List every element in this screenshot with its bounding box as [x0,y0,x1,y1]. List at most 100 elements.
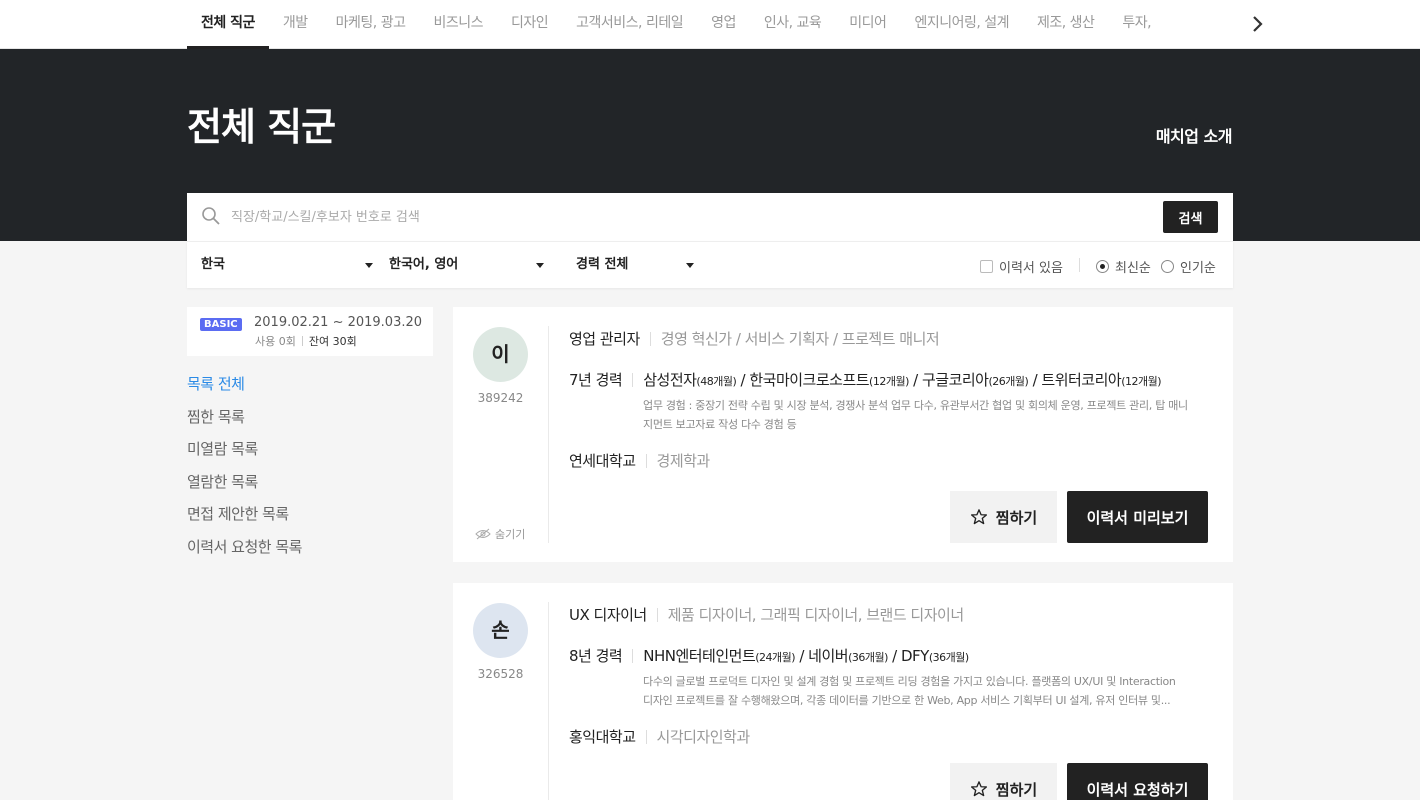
tab-investment[interactable]: 투자, [1108,0,1165,49]
sidebar-item-liked[interactable]: 찜한 목록 [187,407,302,440]
filter-bar: 한국 한국어, 영어 경력 전체 이력서 있음 최신순 인기순 [187,241,1233,288]
candidate-number: 326528 [477,667,524,681]
tab-all[interactable]: 전체 직군 [187,0,269,49]
tab-media[interactable]: 미디어 [835,0,900,49]
experience-years: 8년 경력 [569,647,623,665]
sidebar-item-all[interactable]: 목록 전체 [187,374,302,407]
company-name: NHN엔터테인먼트 [643,647,756,665]
search-icon [201,206,221,230]
tab-manufacturing[interactable]: 제조, 생산 [1023,0,1108,49]
school-name: 홍익대학교 [569,728,636,746]
plan-remaining: 잔여 30회 [308,335,357,348]
divider [548,326,549,543]
tab-hr[interactable]: 인사, 교육 [750,0,835,49]
plan-info: BASIC 2019.02.21 ~ 2019.03.20 사용 0회 잔여 3… [187,307,433,356]
sort-latest-label: 최신순 [1115,261,1151,276]
hide-button[interactable]: 숨기기 [475,526,525,542]
avatar: 손 [473,603,528,658]
sort-popular-label: 인기순 [1180,261,1216,276]
sort-popular-radio[interactable]: 인기순 [1161,257,1216,276]
career-select[interactable]: 경력 전체 [576,242,696,288]
company-name: 한국마이크로소프트 [749,371,870,389]
like-label: 찜하기 [995,780,1038,799]
avatar: 이 [473,327,528,382]
candidate-experience: 7년 경력 삼성전자(48개월) / 한국마이크로소프트(12개월) / 구글코… [569,369,1162,390]
candidate-role: UX 디자이너 제품 디자이너, 그래픽 디자이너, 브랜드 디자이너 [569,604,964,625]
major: 경제학과 [656,452,711,470]
tab-design[interactable]: 디자인 [497,0,562,49]
tab-business[interactable]: 비즈니스 [419,0,497,49]
radio-icon [1161,260,1174,273]
language-select-value: 한국어, 영어 [389,257,459,272]
role-title: 영업 관리자 [569,330,640,348]
divider [548,602,549,800]
role-title: UX 디자이너 [569,606,647,624]
company-months: (48개월) [696,375,737,388]
tab-engineering[interactable]: 엔지니어링, 설계 [900,0,1023,49]
filter-divider [1079,258,1080,272]
chevron-right-icon[interactable] [1248,12,1268,36]
school-name: 연세대학교 [569,452,636,470]
company-name: 삼성전자 [643,371,697,389]
sidebar-item-interview-offered[interactable]: 면접 제안한 목록 [187,504,302,537]
candidate-card: 이 389242 숨기기 영업 관리자 경영 혁신가 / 서비스 기획자 / 프… [453,307,1233,562]
search-button[interactable]: 검색 [1163,201,1218,233]
divider [632,648,634,663]
sidebar-menu: 목록 전체 찜한 목록 미열람 목록 열람한 목록 면접 제안한 목록 이력서 … [187,374,302,570]
page-title: 전체 직군 [187,105,336,149]
radio-selected-icon [1096,260,1109,273]
description-line: 디자인 프로젝트를 잘 수행해왔으며, 각종 데이터를 기반으로 한 Web, … [643,694,1171,707]
resume-request-button[interactable]: 이력서 요청하기 [1067,763,1208,800]
candidate-education: 연세대학교 경제학과 [569,450,710,471]
language-select[interactable]: 한국어, 영어 [389,242,557,288]
has-resume-label: 이력서 있음 [999,261,1063,276]
tab-development[interactable]: 개발 [269,0,322,49]
company-name: DFY [901,647,929,665]
tab-customer-service[interactable]: 고객서비스, 리테일 [562,0,697,49]
checkbox-icon [980,260,993,273]
sidebar-item-resume-requested[interactable]: 이력서 요청한 목록 [187,537,302,570]
resume-preview-button[interactable]: 이력서 미리보기 [1067,491,1208,543]
candidate-number: 389242 [477,391,524,405]
divider [632,372,634,387]
plan-period: 2019.02.21 ~ 2019.03.20 [254,315,423,330]
description-line: 지먼트 보고자료 작성 다수 경험 등 [643,418,797,431]
sub-roles: 경영 혁신가 / 서비스 기획자 / 프로젝트 매니저 [660,330,940,348]
country-select[interactable]: 한국 [201,242,373,288]
search-input[interactable] [231,205,1131,229]
category-nav: 전체 직군 개발 마케팅, 광고 비즈니스 디자인 고객서비스, 리테일 영업 … [0,0,1420,49]
company-name: 네이버 [808,647,849,665]
candidate-education: 홍익대학교 시각디자인학과 [569,726,750,747]
company-months: (36개월) [928,651,969,664]
experience-description: 다수의 글로벌 프로덕트 디자인 및 설계 경험 및 프로젝트 리딩 경험을 가… [643,672,1208,710]
company-months: (12개월) [1121,375,1162,388]
tab-sales[interactable]: 영업 [697,0,750,49]
like-button[interactable]: 찜하기 [950,763,1057,800]
company-name: 트위터코리아 [1041,371,1122,389]
description-line: 업무 경험 : 중장기 전략 수립 및 시장 분석, 경쟁사 분석 업무 다수,… [643,399,1188,412]
candidate-experience: 8년 경력 NHN엔터테인먼트(24개월) / 네이버(36개월) / DFY(… [569,645,969,666]
plan-badge: BASIC [200,318,242,331]
matchup-intro-link[interactable]: 매치업 소개 [1156,123,1233,147]
sort-latest-radio[interactable]: 최신순 [1096,257,1151,276]
experience-description: 업무 경험 : 중장기 전략 수립 및 시장 분석, 경쟁사 분석 업무 다수,… [643,396,1208,434]
experience-years: 7년 경력 [569,371,623,389]
tab-marketing[interactable]: 마케팅, 광고 [322,0,420,49]
star-icon [970,509,987,525]
company-months: (24개월) [755,651,796,664]
sidebar-item-read[interactable]: 열람한 목록 [187,472,302,505]
candidate-card: 손 326528 UX 디자이너 제품 디자이너, 그래픽 디자이너, 브랜드 … [453,583,1233,800]
like-label: 찜하기 [995,508,1038,527]
description-line: 다수의 글로벌 프로덕트 디자인 및 설계 경험 및 프로젝트 리딩 경험을 가… [643,675,1176,688]
divider [645,729,647,744]
career-select-value: 경력 전체 [576,257,629,272]
eye-off-icon [475,528,491,540]
major: 시각디자인학과 [656,728,751,746]
company-months: (12개월) [869,375,909,388]
like-button[interactable]: 찜하기 [950,491,1057,543]
company-history: NHN엔터테인먼트(24개월) / 네이버(36개월) / DFY(36개월) [643,647,969,665]
category-tabs: 전체 직군 개발 마케팅, 광고 비즈니스 디자인 고객서비스, 리테일 영업 … [187,0,1165,49]
sidebar-item-unread[interactable]: 미열람 목록 [187,439,302,472]
star-icon [970,781,987,797]
has-resume-checkbox[interactable]: 이력서 있음 [980,257,1063,276]
